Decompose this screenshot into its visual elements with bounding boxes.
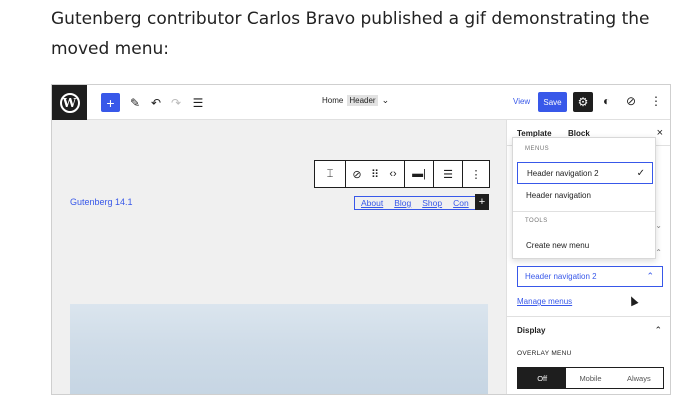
undo-icon[interactable]: ↶: [149, 93, 163, 112]
article-paragraph: Gutenberg contributor Carlos Bravo publi…: [51, 9, 650, 59]
chevron-up-icon: ⌃: [646, 271, 654, 281]
save-button[interactable]: Save: [538, 92, 567, 112]
justify-right-icon[interactable]: ▬|: [405, 161, 433, 187]
nav-link-contact[interactable]: Con: [453, 198, 469, 208]
drag-handle-icon[interactable]: ⠿: [368, 161, 382, 187]
nav-link-shop[interactable]: Shop: [422, 198, 442, 208]
toolbar-group-move: ⊘ ⠿ ‹›: [346, 161, 405, 187]
chevron-down-icon: ⌄: [381, 95, 390, 105]
wordpress-icon: W: [59, 92, 80, 113]
create-new-menu-label: Create new menu: [526, 240, 590, 250]
display-heading[interactable]: Display: [517, 326, 545, 335]
more-options-icon[interactable]: ⋮: [463, 161, 489, 187]
toolbar-group-more: ⋮: [463, 161, 489, 187]
tools-heading: TOOLS: [525, 218, 548, 224]
overlay-option-off[interactable]: Off: [518, 368, 567, 388]
toolbar-group-list: ☰: [434, 161, 463, 187]
menu-option-header-navigation[interactable]: Header navigation: [517, 184, 653, 206]
add-nav-item-button[interactable]: +: [475, 194, 489, 210]
menu-option-header-navigation-2[interactable]: Header navigation 2 ✓: [517, 162, 653, 184]
chevron-down-icon[interactable]: ⌄: [655, 221, 662, 230]
template-part-tag: Header: [347, 95, 378, 106]
overlay-option-mobile[interactable]: Mobile: [566, 368, 614, 388]
cover-image: [70, 304, 488, 394]
redo-icon[interactable]: ↷: [169, 93, 183, 112]
move-arrows-icon[interactable]: ‹›: [382, 161, 404, 187]
list-view-icon[interactable]: ☰: [434, 161, 462, 187]
styles-contrast-icon[interactable]: ◐: [603, 94, 610, 108]
page-name: Home: [322, 96, 344, 105]
chevron-up-icon[interactable]: ⌃: [655, 248, 662, 257]
block-inserter-button[interactable]: +: [101, 93, 120, 112]
chevron-up-icon[interactable]: ⌃: [654, 325, 662, 336]
wordpress-logo-button[interactable]: W: [52, 85, 87, 120]
settings-gear-icon[interactable]: ⚙: [573, 92, 593, 112]
close-icon[interactable]: ×: [657, 127, 663, 139]
view-button[interactable]: View: [513, 97, 530, 106]
divider: [507, 316, 670, 317]
editor-screenshot: W + ✎ ↶ ↷ ☰ Home Header ⌄ View Save ⚙ ◐ …: [51, 84, 671, 395]
toolbar-group-transform: ⌶: [315, 161, 346, 187]
checkmark-icon: ✓: [636, 167, 645, 179]
editor-topbar: W + ✎ ↶ ↷ ☰ Home Header ⌄ View Save ⚙ ◐ …: [52, 85, 670, 120]
nav-link-blog[interactable]: Blog: [394, 198, 411, 208]
overlay-option-always[interactable]: Always: [615, 368, 663, 388]
menus-heading: MENUS: [525, 146, 550, 152]
more-options-icon[interactable]: ⋮: [650, 94, 662, 108]
menu-dropdown: MENUS Header navigation 2 ✓ Header navig…: [512, 137, 656, 259]
compass-icon[interactable]: ⊘: [626, 94, 636, 108]
menu-select-value: Header navigation 2: [525, 272, 597, 281]
create-new-menu-option[interactable]: Create new menu: [517, 234, 653, 256]
list-view-icon[interactable]: ☰: [191, 93, 205, 112]
editor-canvas: ⌶ ⊘ ⠿ ‹› ▬| ☰ ⋮ Gutenberg 14.1 About Blo…: [52, 120, 506, 394]
menu-option-label: Header navigation 2: [527, 168, 599, 178]
nav-link-about[interactable]: About: [361, 198, 383, 208]
overlay-menu-heading: OVERLAY MENU: [517, 350, 572, 357]
divider: [513, 211, 655, 212]
block-toolbar: ⌶ ⊘ ⠿ ‹› ▬| ☰ ⋮: [314, 160, 490, 188]
navigation-block-icon[interactable]: ⊘: [346, 161, 368, 187]
template-title-dropdown[interactable]: Home Header ⌄: [322, 95, 389, 106]
overlay-menu-toggle: Off Mobile Always: [517, 367, 664, 389]
menu-option-label: Header navigation: [526, 190, 591, 200]
navigation-block[interactable]: About Blog Shop Con +: [354, 194, 489, 210]
toolbar-group-justify: ▬|: [405, 161, 434, 187]
site-title[interactable]: Gutenberg 14.1: [70, 197, 133, 207]
edit-pencil-icon[interactable]: ✎: [128, 93, 142, 112]
block-transform-icon[interactable]: ⌶: [315, 161, 345, 187]
manage-menus-link[interactable]: Manage menus: [517, 297, 572, 306]
menu-select[interactable]: Header navigation 2 ⌃: [517, 266, 663, 287]
